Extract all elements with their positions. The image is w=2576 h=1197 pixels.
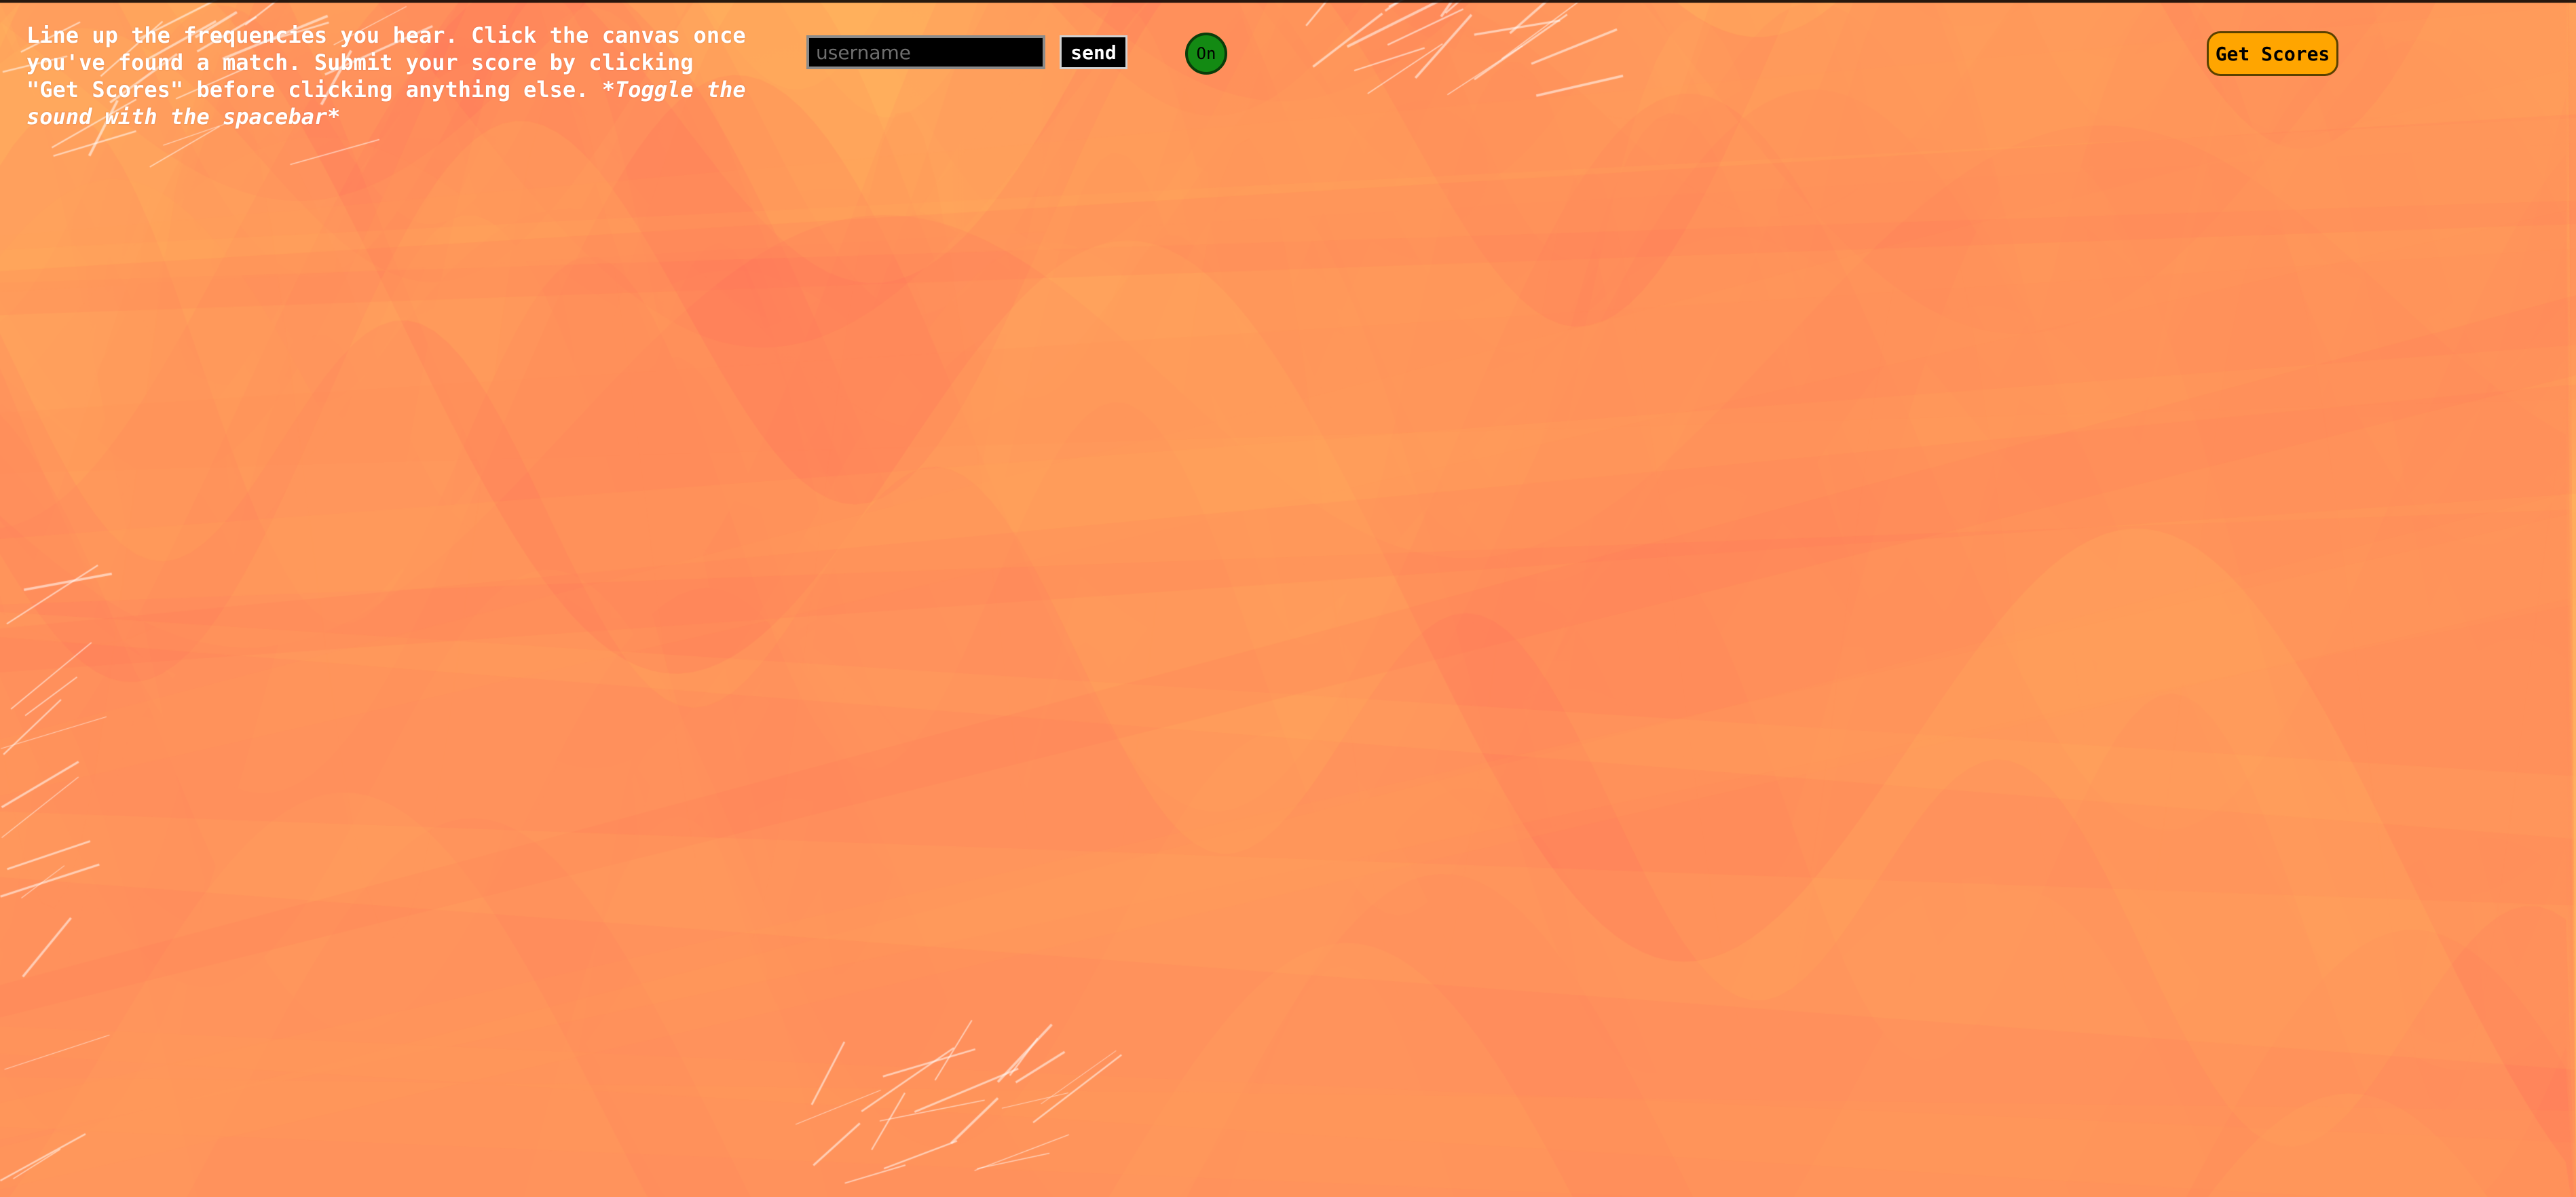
get-scores-button[interactable]: Get Scores <box>2207 31 2338 76</box>
sound-toggle-button[interactable]: On <box>1185 33 1227 75</box>
instructions-text: Line up the frequencies you hear. Click … <box>26 22 753 130</box>
game-stage: Line up the frequencies you hear. Click … <box>0 0 2576 1197</box>
frequency-canvas[interactable] <box>0 0 2576 1197</box>
username-input[interactable] <box>806 35 1045 69</box>
send-button[interactable]: send <box>1060 35 1127 69</box>
